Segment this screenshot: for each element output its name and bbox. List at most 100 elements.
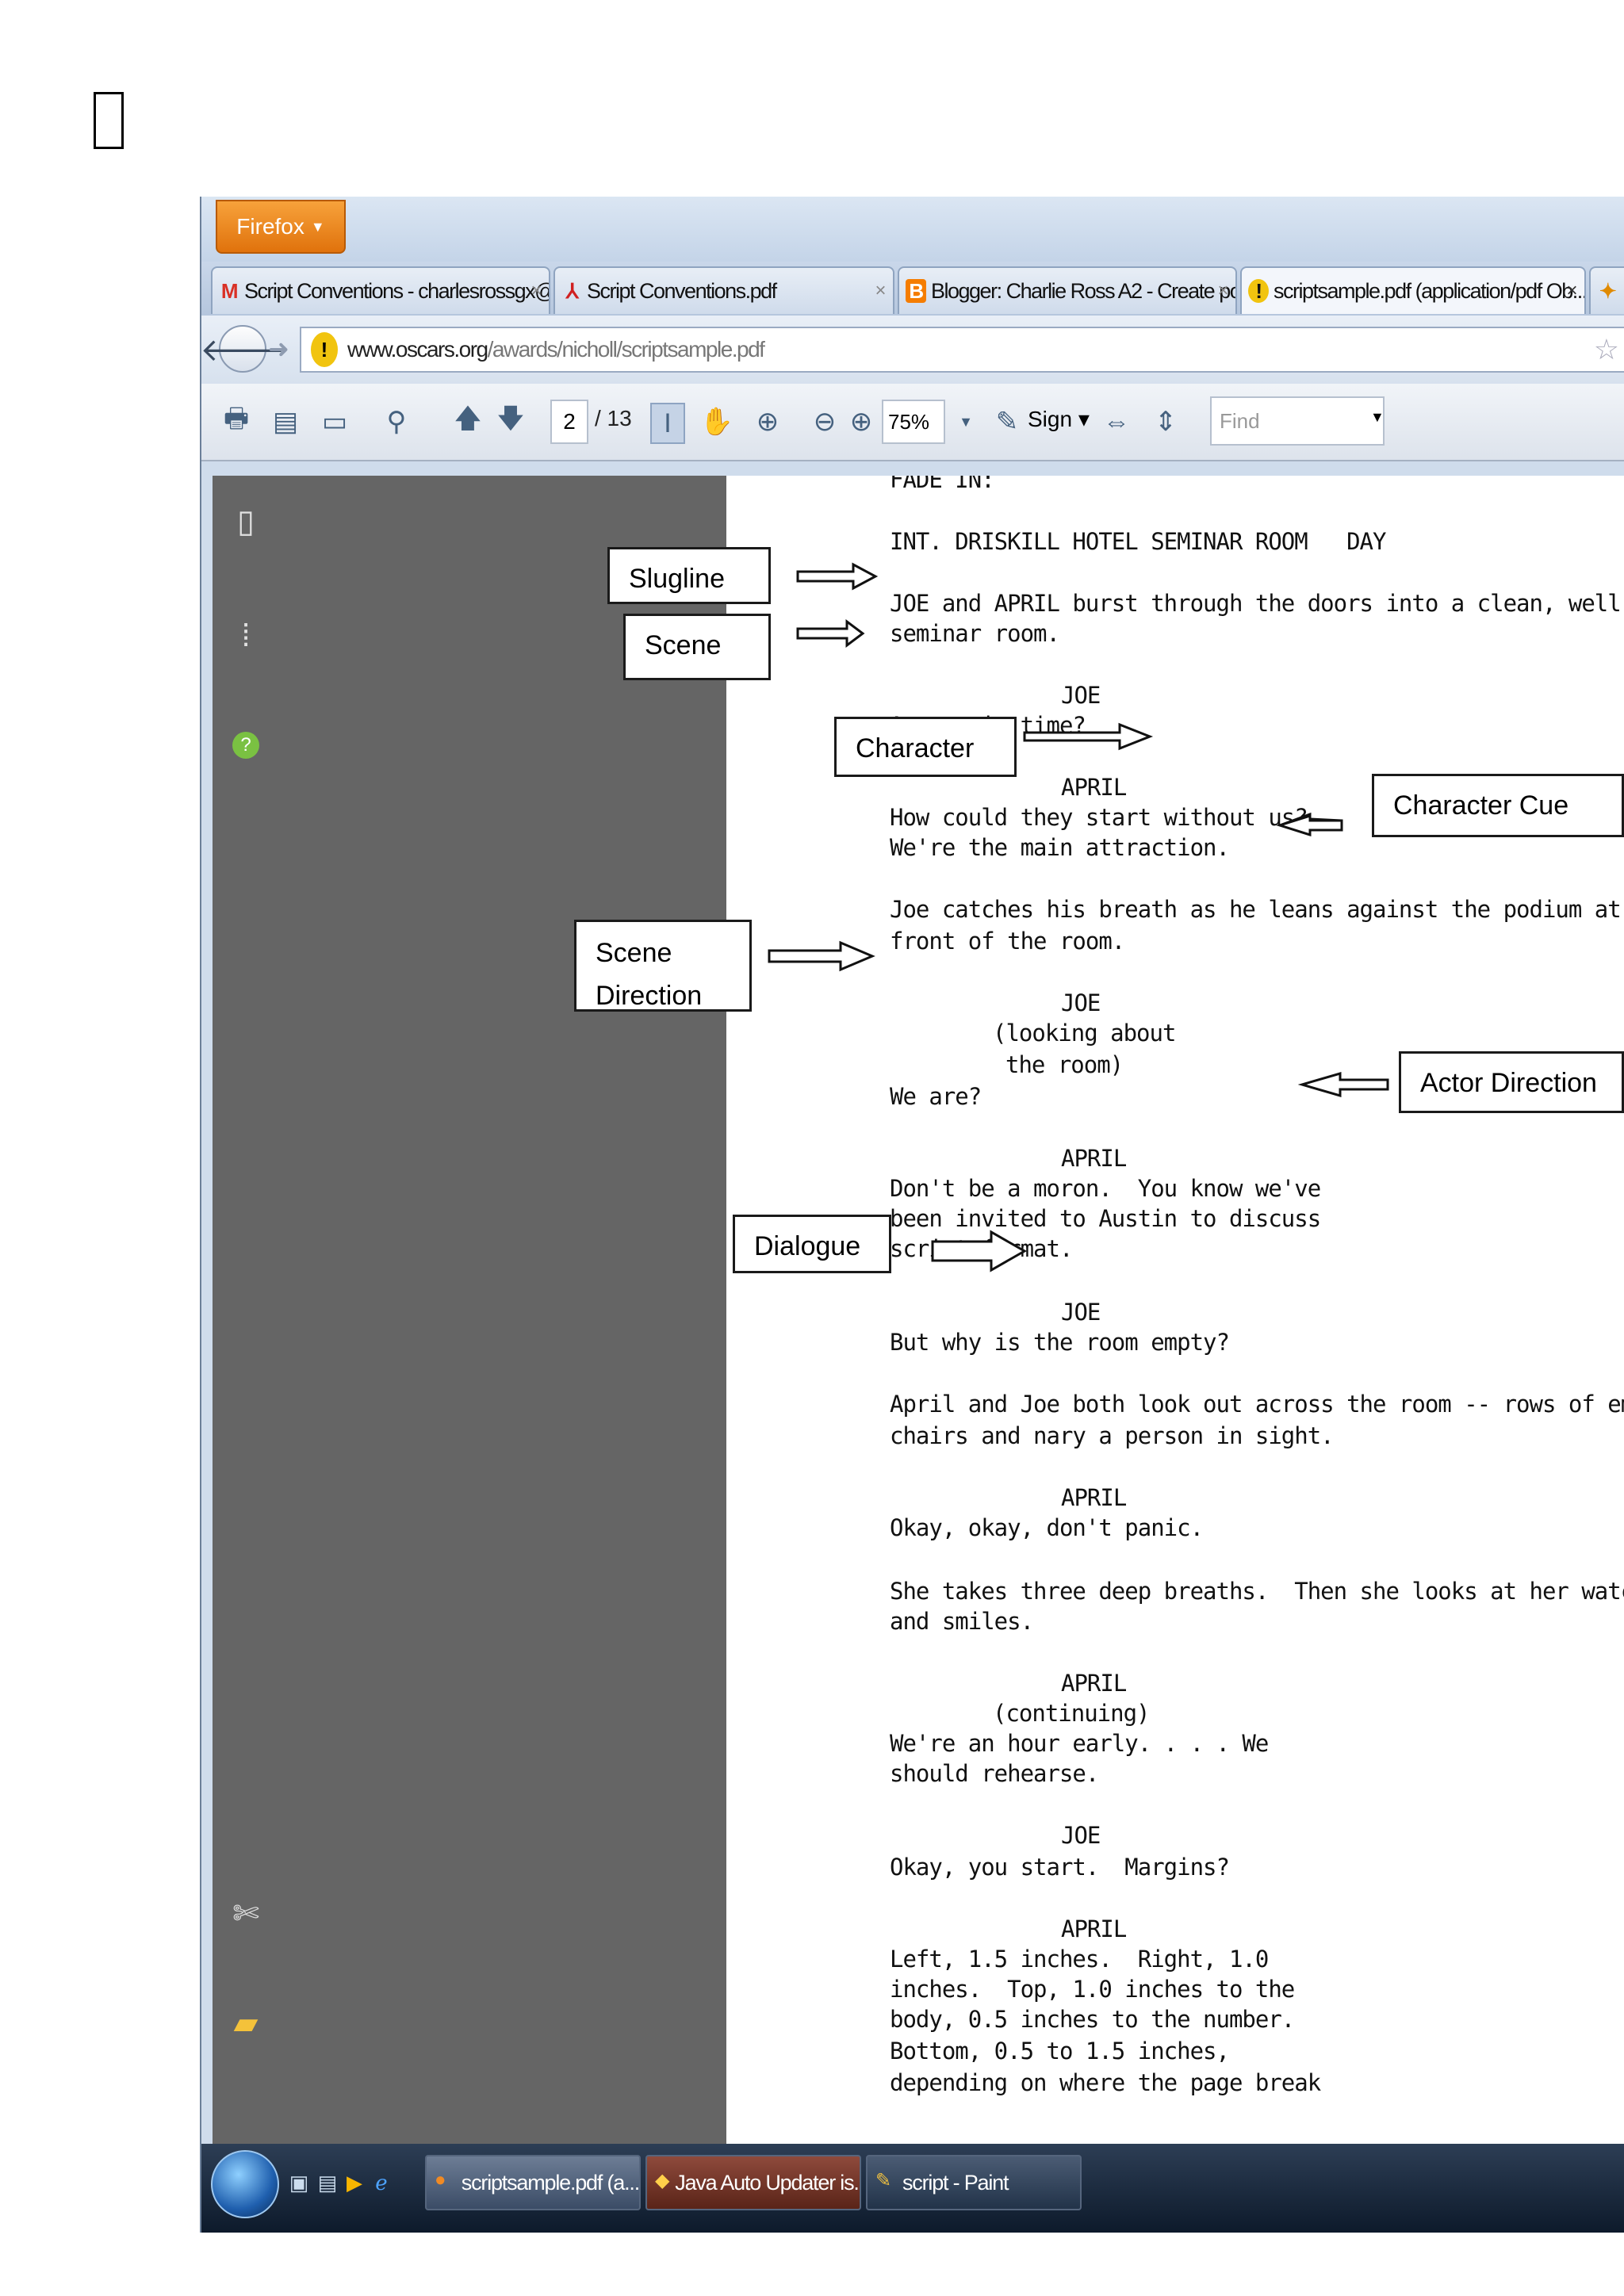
comments-dropdown-icon[interactable]: ⚲: [381, 403, 412, 441]
find-input[interactable]: Find: [1210, 396, 1385, 446]
url-path: /awards/nicholl/scriptsample.pdf: [487, 337, 765, 362]
start-button[interactable]: [211, 2150, 279, 2218]
callout-character-cue: Character Cue: [1372, 774, 1624, 837]
script-line: and smiles.: [890, 1608, 1034, 1635]
marquee-zoom-icon[interactable]: ⊕: [752, 403, 783, 441]
tab-title: Blogger: Charlie Ross A2 - Create post: [931, 278, 1237, 303]
tab-overflow[interactable]: ✦: [1589, 266, 1624, 314]
firefox-icon: ●: [435, 2169, 446, 2191]
script-line: APRIL: [1061, 1915, 1127, 1942]
media-player-icon[interactable]: ▶: [343, 2169, 366, 2196]
navigation-bar: 🡐 ➜ ! www.oscars.org/awards/nicholl/scri…: [201, 316, 1624, 384]
taskbar-item-label: Java Auto Updater is...: [675, 2170, 861, 2195]
script-line: JOE: [1061, 682, 1101, 709]
zoom-out-icon[interactable]: ⊖: [809, 403, 841, 441]
fit-width-icon[interactable]: ⇔: [1101, 403, 1132, 441]
tab-script-conventions-gmail[interactable]: M Script Conventions - charlesrossgx@...…: [211, 266, 550, 314]
back-button[interactable]: 🡐: [201, 325, 285, 373]
close-icon[interactable]: ×: [1217, 280, 1228, 302]
forward-button[interactable]: ➜: [268, 335, 297, 363]
switch-windows-icon[interactable]: ▤: [316, 2169, 339, 2196]
zoom-level[interactable]: 75%: [882, 400, 945, 444]
taskbar-item-java-updater[interactable]: ◆ Java Auto Updater is...: [645, 2155, 861, 2210]
pdf-toolbar: 🖶 ▤ ▭ ⚲ 🡅 🡇 2 / 13 I ✋ ⊕ ⊖ ⊕ 75% ▼ ✎ Sig…: [201, 384, 1624, 461]
bookmarks-icon[interactable]: ⁞: [227, 614, 265, 658]
script-line: depending on where the page break: [890, 2069, 1321, 2096]
firefox-menu-label: Firefox: [236, 214, 304, 239]
script-line: We're the main attraction.: [890, 834, 1230, 861]
pdf-sidebar: ▯ ⁞ ? ✄ ▰: [213, 476, 726, 2144]
script-line: JOE: [1061, 989, 1101, 1016]
browser-window: Firefox ▼ M Script Conventions - charles…: [200, 197, 1624, 2233]
email-icon[interactable]: ▭: [319, 403, 350, 441]
script-line: Okay, okay, don't panic.: [890, 1514, 1204, 1541]
site-info-icon: !: [1248, 279, 1269, 303]
callout-character: Character: [834, 717, 1017, 777]
script-line: seminar room.: [890, 620, 1060, 647]
script-line: chairs and nary a person in sight.: [890, 1422, 1335, 1449]
find-dropdown-icon[interactable]: ▼: [1370, 409, 1385, 426]
bookmark-star-icon[interactable]: ☆: [1594, 333, 1619, 366]
previous-page-icon[interactable]: 🡅: [452, 403, 484, 441]
help-icon[interactable]: ?: [227, 723, 265, 767]
close-icon[interactable]: ×: [1566, 280, 1577, 302]
firefox-menu-button[interactable]: Firefox ▼: [216, 200, 346, 254]
script-line: script format.: [890, 1235, 1073, 1262]
fit-page-icon[interactable]: ⇕: [1150, 403, 1182, 441]
taskbar-item-label: script - Paint: [902, 2170, 1009, 2195]
page-number-input[interactable]: 2: [550, 400, 588, 444]
script-line: APRIL: [1061, 1484, 1127, 1511]
script-line: We are?: [890, 1083, 982, 1110]
save-icon[interactable]: ▤: [270, 403, 301, 441]
page-count: / 13: [595, 406, 632, 430]
close-icon[interactable]: ×: [530, 280, 542, 302]
taskbar-item-label: scriptsample.pdf (a...: [461, 2170, 639, 2195]
callout-dialogue: Dialogue: [733, 1215, 891, 1273]
script-line: been invited to Austin to discuss: [890, 1205, 1321, 1232]
gmail-icon: M: [220, 278, 239, 303]
script-line: Left, 1.5 inches. Right, 1.0: [890, 1946, 1269, 1973]
script-line: the room): [1005, 1051, 1124, 1078]
pages-icon[interactable]: ▯: [227, 499, 265, 544]
script-line: But why is the room empty?: [890, 1329, 1230, 1356]
script-line: (looking about: [993, 1020, 1176, 1047]
script-line: APRIL: [1061, 1670, 1127, 1697]
tab-blogger[interactable]: B Blogger: Charlie Ross A2 - Create post…: [898, 266, 1237, 314]
script-line: FADE IN:: [890, 476, 995, 493]
url-text: www.oscars.org/awards/nicholl/scriptsamp…: [347, 337, 765, 362]
attachment-icon[interactable]: ✄: [227, 1892, 265, 1936]
tab-title: Script Conventions.pdf: [587, 278, 777, 303]
windows-taskbar: ▣ ▤ ▶ ℯ ● scriptsample.pdf (a... ◆ Java …: [201, 2144, 1624, 2233]
blogger-icon: B: [906, 279, 926, 303]
hand-tool-icon[interactable]: ✋: [700, 403, 733, 441]
sign-button[interactable]: Sign ▾: [1028, 406, 1090, 432]
script-line: JOE and APRIL burst through the doors in…: [890, 590, 1624, 617]
taskbar-item-paint[interactable]: ✎ script - Paint: [866, 2155, 1082, 2210]
pen-icon[interactable]: ✎: [991, 403, 1023, 441]
site-info-icon[interactable]: !: [311, 332, 338, 367]
taskbar-item-scriptsample[interactable]: ● scriptsample.pdf (a...: [425, 2155, 641, 2210]
script-line: JOE: [1061, 1822, 1101, 1849]
zoom-in-icon[interactable]: ⊕: [845, 403, 877, 441]
select-tool-icon[interactable]: I: [650, 403, 685, 444]
callout-scene-direction: Scene Direction: [574, 920, 752, 1012]
show-desktop-icon[interactable]: ▣: [287, 2169, 311, 2196]
tab-scriptsample-pdf[interactable]: ! scriptsample.pdf (application/pdf Ob..…: [1240, 266, 1586, 314]
script-line: APRIL: [1061, 1145, 1127, 1172]
zoom-dropdown-icon[interactable]: ▼: [950, 403, 982, 441]
script-line: How could they start without us?: [890, 804, 1308, 831]
tab-script-conventions-pdf[interactable]: ⅄ Script Conventions.pdf ×: [553, 266, 894, 314]
script-line: inches. Top, 1.0 inches to the: [890, 1976, 1295, 2003]
sign-label: Sign: [1028, 407, 1073, 431]
comments-icon[interactable]: ▰: [227, 2001, 265, 2045]
close-icon[interactable]: ×: [875, 280, 886, 302]
print-icon[interactable]: 🖶: [220, 403, 252, 441]
missing-glyph-box: [94, 92, 124, 149]
tab-bar: M Script Conventions - charlesrossgx@...…: [201, 262, 1624, 316]
script-line: We're an hour early. . . . We: [890, 1730, 1269, 1757]
next-page-icon[interactable]: 🡇: [495, 403, 527, 441]
internet-explorer-icon[interactable]: ℯ: [370, 2169, 393, 2196]
script-line: Bottom, 0.5 to 1.5 inches,: [890, 2038, 1230, 2064]
url-bar[interactable]: ! www.oscars.org/awards/nicholl/scriptsa…: [300, 327, 1624, 373]
script-line: body, 0.5 inches to the number.: [890, 2006, 1295, 2033]
